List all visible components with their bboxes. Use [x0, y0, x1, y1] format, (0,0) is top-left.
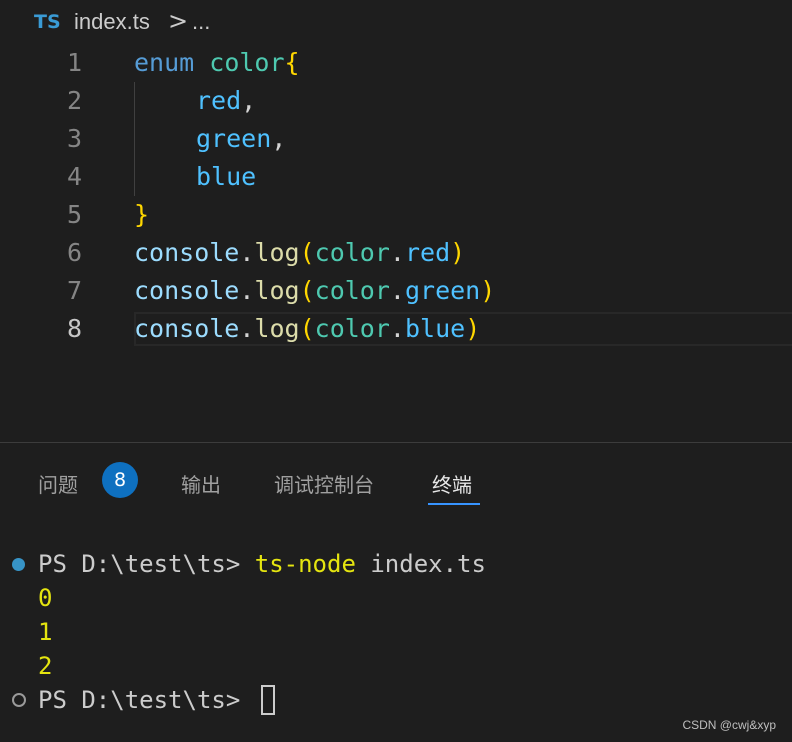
line-number: 1 — [66, 48, 82, 77]
code-text: enum color{ — [134, 48, 300, 77]
code-line[interactable]: 4 blue — [0, 158, 792, 196]
code-line[interactable]: 1 enum color{ — [0, 44, 792, 82]
breadcrumb-file-name[interactable]: index.ts — [74, 9, 150, 35]
terminal-output-line: 1 — [38, 618, 53, 646]
code-text: console.log(color.blue) — [134, 314, 481, 343]
code-line[interactable]: 7 console.log(color.green) — [0, 272, 792, 310]
line-number: 2 — [66, 86, 82, 115]
panel-tab-bar: 问题 8 输出 调试控制台 终端 — [0, 443, 792, 513]
tab-terminal[interactable]: 终端 — [432, 469, 472, 498]
code-text: } — [134, 200, 150, 229]
terminal[interactable]: PS D:\test\ts> ts-node index.ts 0 1 2 PS… — [0, 540, 792, 742]
tab-output[interactable]: 输出 — [181, 469, 221, 498]
breadcrumb: TS index.ts > ... — [0, 0, 792, 44]
breadcrumb-ellipsis[interactable]: ... — [192, 9, 210, 35]
line-number: 4 — [66, 162, 82, 191]
problems-count-badge: 8 — [102, 462, 138, 498]
chevron-right-icon: > — [168, 7, 189, 35]
watermark: CSDN @cwj&xyp — [682, 718, 776, 732]
code-line[interactable]: 5 } — [0, 196, 792, 234]
typescript-file-icon: TS — [34, 11, 61, 33]
code-text: green, — [196, 124, 287, 153]
command-decoration-icon[interactable] — [12, 558, 25, 571]
code-line-active[interactable]: 8 console.log(color.blue) — [0, 310, 792, 348]
terminal-output-line: 0 — [38, 584, 53, 612]
terminal-command-line: PS D:\test\ts> ts-node index.ts — [38, 550, 486, 578]
code-text: console.log(color.green) — [134, 276, 496, 305]
line-number: 8 — [66, 314, 82, 343]
prompt-decoration-icon[interactable] — [12, 693, 26, 707]
code-text: red, — [196, 86, 257, 115]
code-line[interactable]: 3 green, — [0, 120, 792, 158]
terminal-output-line: 2 — [38, 652, 53, 680]
line-number: 6 — [66, 238, 82, 267]
active-tab-indicator — [428, 503, 480, 505]
line-number: 7 — [66, 276, 82, 305]
code-text: blue — [196, 162, 257, 191]
tab-debug-console[interactable]: 调试控制台 — [274, 469, 374, 498]
code-line[interactable]: 2 red, — [0, 82, 792, 120]
line-number: 3 — [66, 124, 82, 153]
code-text: console.log(color.red) — [134, 238, 466, 267]
terminal-prompt-line: PS D:\test\ts> — [38, 686, 241, 714]
tab-problems[interactable]: 问题 — [38, 469, 78, 498]
line-number: 5 — [66, 200, 82, 229]
code-line[interactable]: 6 console.log(color.red) — [0, 234, 792, 272]
terminal-cursor — [261, 685, 275, 715]
code-editor[interactable]: 1 enum color{ 2 red, 3 green, 4 blue 5 }… — [0, 44, 792, 442]
